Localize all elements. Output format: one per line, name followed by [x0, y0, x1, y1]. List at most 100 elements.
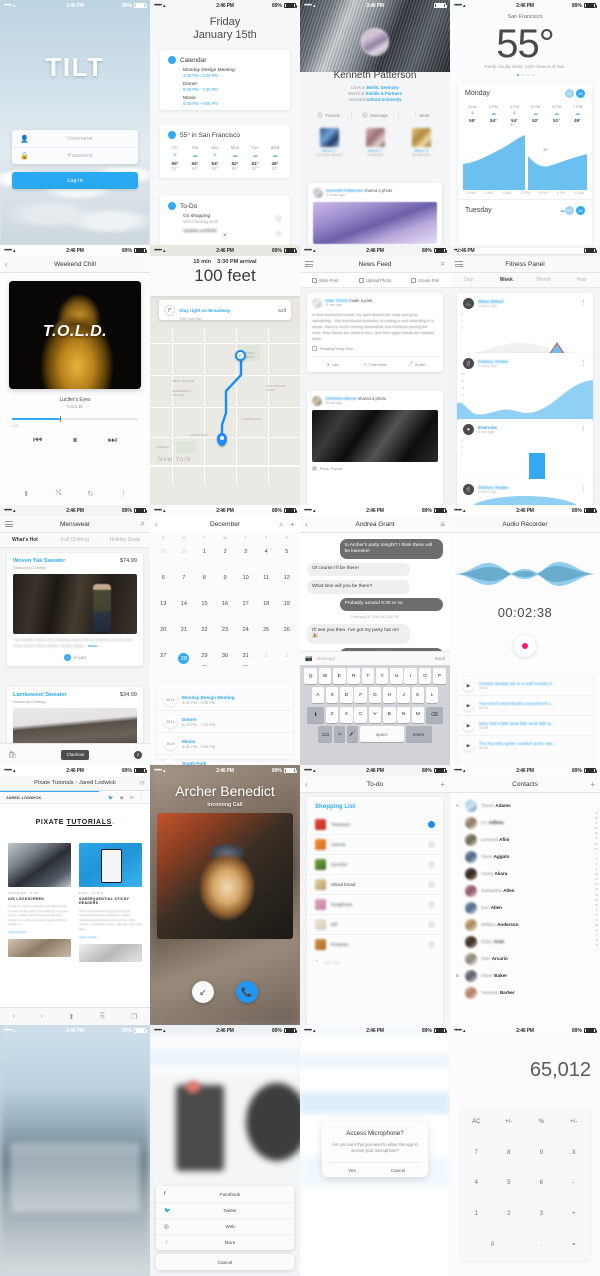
- like-button[interactable]: ♥ Like: [312, 361, 354, 367]
- fitness-card[interactable]: 🍴 Dietary Intake 5 hours ago ⋮ 80 60 40 20 0: [457, 353, 593, 421]
- album-item[interactable]: Album 2 14 albums: [352, 128, 398, 157]
- list-item[interactable]: Carrots: [307, 834, 443, 854]
- key-sign[interactable]: +/-: [493, 1107, 526, 1138]
- key-z[interactable]: Z: [325, 706, 339, 723]
- plus-icon[interactable]: +: [590, 780, 595, 789]
- calendar-day[interactable]: 11: [256, 575, 277, 581]
- lives-value[interactable]: Berlin, Germany: [367, 85, 399, 90]
- key-p[interactable]: P: [433, 668, 446, 684]
- previous-icon[interactable]: ⏮: [33, 435, 42, 446]
- plus-icon[interactable]: +: [440, 780, 445, 789]
- calendar-day[interactable]: 22: [194, 627, 215, 633]
- calendar-day[interactable]: 25: [256, 627, 277, 633]
- upload-icon[interactable]: ⬆: [23, 490, 29, 498]
- list-item[interactable]: Sam Arcario: [450, 950, 600, 967]
- calendar-day[interactable]: 5: [276, 549, 297, 555]
- play-icon[interactable]: ▶: [463, 700, 474, 711]
- fitness-card[interactable]: 🍴 Dietary Intake 9 hours ago ⋮: [457, 479, 593, 505]
- works-value[interactable]: Kimble & Partners: [366, 91, 402, 96]
- record-button[interactable]: [514, 635, 536, 657]
- reload-icon[interactable]: ⟳: [140, 780, 145, 787]
- key-v[interactable]: V: [368, 706, 382, 723]
- calendar-day[interactable]: 7: [174, 575, 195, 581]
- calendar-day[interactable]: 10: [235, 575, 256, 581]
- numeric-key[interactable]: 123: [318, 726, 333, 743]
- key-2[interactable]: 2: [493, 1199, 526, 1230]
- list-item[interactable]: Zucchini: [307, 854, 443, 874]
- key-w[interactable]: W: [318, 668, 332, 684]
- tab-day[interactable]: Day: [450, 273, 488, 287]
- key-8[interactable]: 8: [493, 1138, 526, 1169]
- list-item[interactable]: Leonard Afini: [450, 831, 600, 848]
- space-key[interactable]: space: [359, 726, 404, 743]
- todo-checkbox[interactable]: [275, 215, 282, 222]
- close-icon[interactable]: ✕: [150, 232, 300, 239]
- search-icon[interactable]: ⌕: [279, 520, 283, 530]
- more-icon[interactable]: ⋮: [580, 300, 587, 307]
- list-item[interactable]: Ian Adkins: [450, 814, 600, 831]
- item-checkbox[interactable]: [428, 881, 435, 888]
- write-post-button[interactable]: Write Post: [300, 273, 350, 287]
- map-canvas[interactable]: FLATIRON DISTRICT WEST VILLAGE GREENWICH V…: [150, 329, 300, 505]
- album-item[interactable]: Album 3 52 interests: [398, 128, 444, 157]
- day-header-tuesday[interactable]: Tuesday ☁ 57 49: [458, 200, 592, 221]
- calendar-day[interactable]: 3: [235, 549, 256, 555]
- list-item[interactable]: Tomatoes: [307, 815, 443, 834]
- post-card[interactable]: Kenneth Patterson shared a photo 3 hours…: [308, 183, 442, 245]
- list-item[interactable]: 03:14 Dinner 6:00 PM - 7:30 PM: [157, 710, 293, 732]
- calendar-day[interactable]: 24: [235, 627, 256, 633]
- item-checkbox[interactable]: [428, 821, 435, 828]
- key-divide[interactable]: +/-: [558, 1107, 591, 1138]
- key-0[interactable]: 0: [460, 1229, 525, 1260]
- forward-icon[interactable]: ›: [41, 1013, 43, 1020]
- tab-fall-clothing[interactable]: Fall Clothing: [50, 533, 100, 547]
- item-checkbox[interactable]: [428, 901, 435, 908]
- key-7[interactable]: 7: [460, 1138, 493, 1169]
- play-icon[interactable]: ▶: [463, 720, 474, 731]
- bag-icon[interactable]: 🛍: [8, 751, 17, 759]
- share-more-button[interactable]: ⋮ More: [156, 1234, 294, 1250]
- pause-icon[interactable]: ⏸: [72, 435, 77, 446]
- key-k[interactable]: K: [411, 687, 425, 704]
- post-card[interactable]: Christine Moore shared a photo 28 min ag…: [307, 391, 443, 505]
- password-field[interactable]: 🔒 Password: [12, 147, 138, 164]
- site-logo[interactable]: JARED LODWICK: [6, 796, 42, 800]
- list-item[interactable]: Go shopping When leaving work: [160, 214, 290, 229]
- calendar-day[interactable]: 14: [174, 601, 195, 607]
- item-checkbox[interactable]: [428, 841, 435, 848]
- product-card[interactable]: Woven Yak Sweater $74.99 Seasonal Clothin…: [7, 553, 143, 667]
- calendar-day[interactable]: 2: [215, 549, 236, 555]
- calendar-day[interactable]: 8: [194, 575, 215, 581]
- article-card[interactable]: EASY · 10 MIN SUBSEQUENTIAL STICKY HEADE…: [79, 843, 142, 962]
- message-input[interactable]: Message: [316, 656, 430, 661]
- product-card[interactable]: Lambswool Sweater $34.99 Seasonal Clothin…: [7, 687, 143, 748]
- key-4[interactable]: 4: [460, 1168, 493, 1199]
- calendar-day[interactable]: 6: [153, 575, 174, 581]
- calendar-day[interactable]: 26: [276, 627, 297, 633]
- mail-icon[interactable]: ✉: [130, 795, 134, 801]
- key-minus[interactable]: -: [558, 1168, 591, 1199]
- list-item[interactable]: Samantha Allen: [450, 882, 600, 899]
- direction-card[interactable]: ↱ Stay right on Broadway Then turn left …: [159, 300, 291, 321]
- login-button[interactable]: Log In: [12, 172, 138, 189]
- attended-value[interactable]: Oxford University: [366, 97, 401, 102]
- decline-call-icon[interactable]: ↙: [192, 981, 214, 1003]
- list-item[interactable]: Potatoes: [307, 934, 443, 954]
- calendar-day[interactable]: 27: [153, 653, 174, 664]
- calendar-day[interactable]: 13: [153, 601, 174, 607]
- return-key[interactable]: return: [405, 726, 432, 743]
- message-button[interactable]: Message: [352, 112, 399, 118]
- play-icon[interactable]: ▶: [463, 680, 474, 691]
- list-item[interactable]: William Anderson: [450, 916, 600, 933]
- list-item[interactable]: ▶ The itsy bitsy spider crawled up the wa…: [457, 735, 593, 755]
- item-checkbox[interactable]: [428, 861, 435, 868]
- calendar-day[interactable]: 16: [215, 601, 236, 607]
- key-i[interactable]: I: [404, 668, 417, 684]
- list-item[interactable]: Tiann Aggato: [450, 848, 600, 865]
- accept-call-icon[interactable]: 📞: [236, 981, 258, 1003]
- bookmark-icon[interactable]: ⎘: [100, 1013, 106, 1021]
- more-icon[interactable]: ⋮: [580, 426, 587, 433]
- backspace-key[interactable]: ⌫: [425, 706, 443, 723]
- share-web-button[interactable]: ◎ Web: [156, 1218, 294, 1234]
- key-f[interactable]: F: [354, 687, 367, 704]
